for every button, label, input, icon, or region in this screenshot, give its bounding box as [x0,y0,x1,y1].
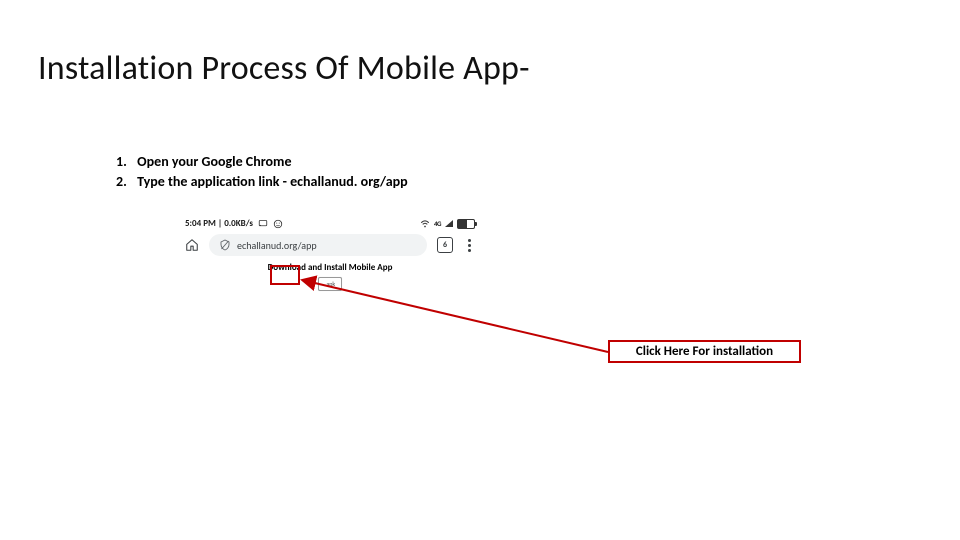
list-number: 1. [116,152,134,172]
wifi-icon [420,219,430,229]
cast-icon [258,219,268,228]
browser-toolbar: echallanud.org/app 6 [175,231,485,260]
status-right: 4G [420,219,475,229]
list-link-text: echallanud. org/app [290,173,408,190]
list-number: 2. [116,172,134,192]
home-icon[interactable] [185,238,199,252]
mock-page-content: Download and Install Mobile App .apk [175,260,485,291]
mock-page-heading: Download and Install Mobile App [175,262,485,273]
mobile-browser-mock: 5:04 PM | 0.0KB/s 4G echallanud.org/app [175,218,485,291]
signal-icon [445,220,453,227]
list-item: 1. Open your Google Chrome [116,152,408,172]
address-url: echallanud.org/app [237,239,317,252]
list-text: Type the application link - [137,173,290,190]
apk-download-button[interactable]: .apk [318,277,342,291]
status-time: 5:04 PM | 0.0KB/s [185,218,253,229]
highlight-rectangle [270,265,300,285]
battery-icon [457,219,475,229]
address-bar[interactable]: echallanud.org/app [209,234,427,256]
instruction-list: 1. Open your Google Chrome 2. Type the a… [116,152,408,193]
page-title: Installation Process Of Mobile App- [38,48,530,89]
callout-box: Click Here For installation [608,340,801,363]
apk-label: .apk [325,280,335,288]
tabs-button[interactable]: 6 [437,237,453,253]
status-bar: 5:04 PM | 0.0KB/s 4G [175,218,485,231]
list-item: 2. Type the application link - echallanu… [116,172,408,192]
status-left: 5:04 PM | 0.0KB/s [185,218,283,229]
list-text: Open your Google Chrome [137,153,291,170]
kebab-menu-icon[interactable] [463,239,475,252]
callout-text: Click Here For installation [636,344,773,359]
not-secure-icon [219,239,231,251]
tab-count: 6 [443,240,447,250]
face-icon [273,219,283,229]
